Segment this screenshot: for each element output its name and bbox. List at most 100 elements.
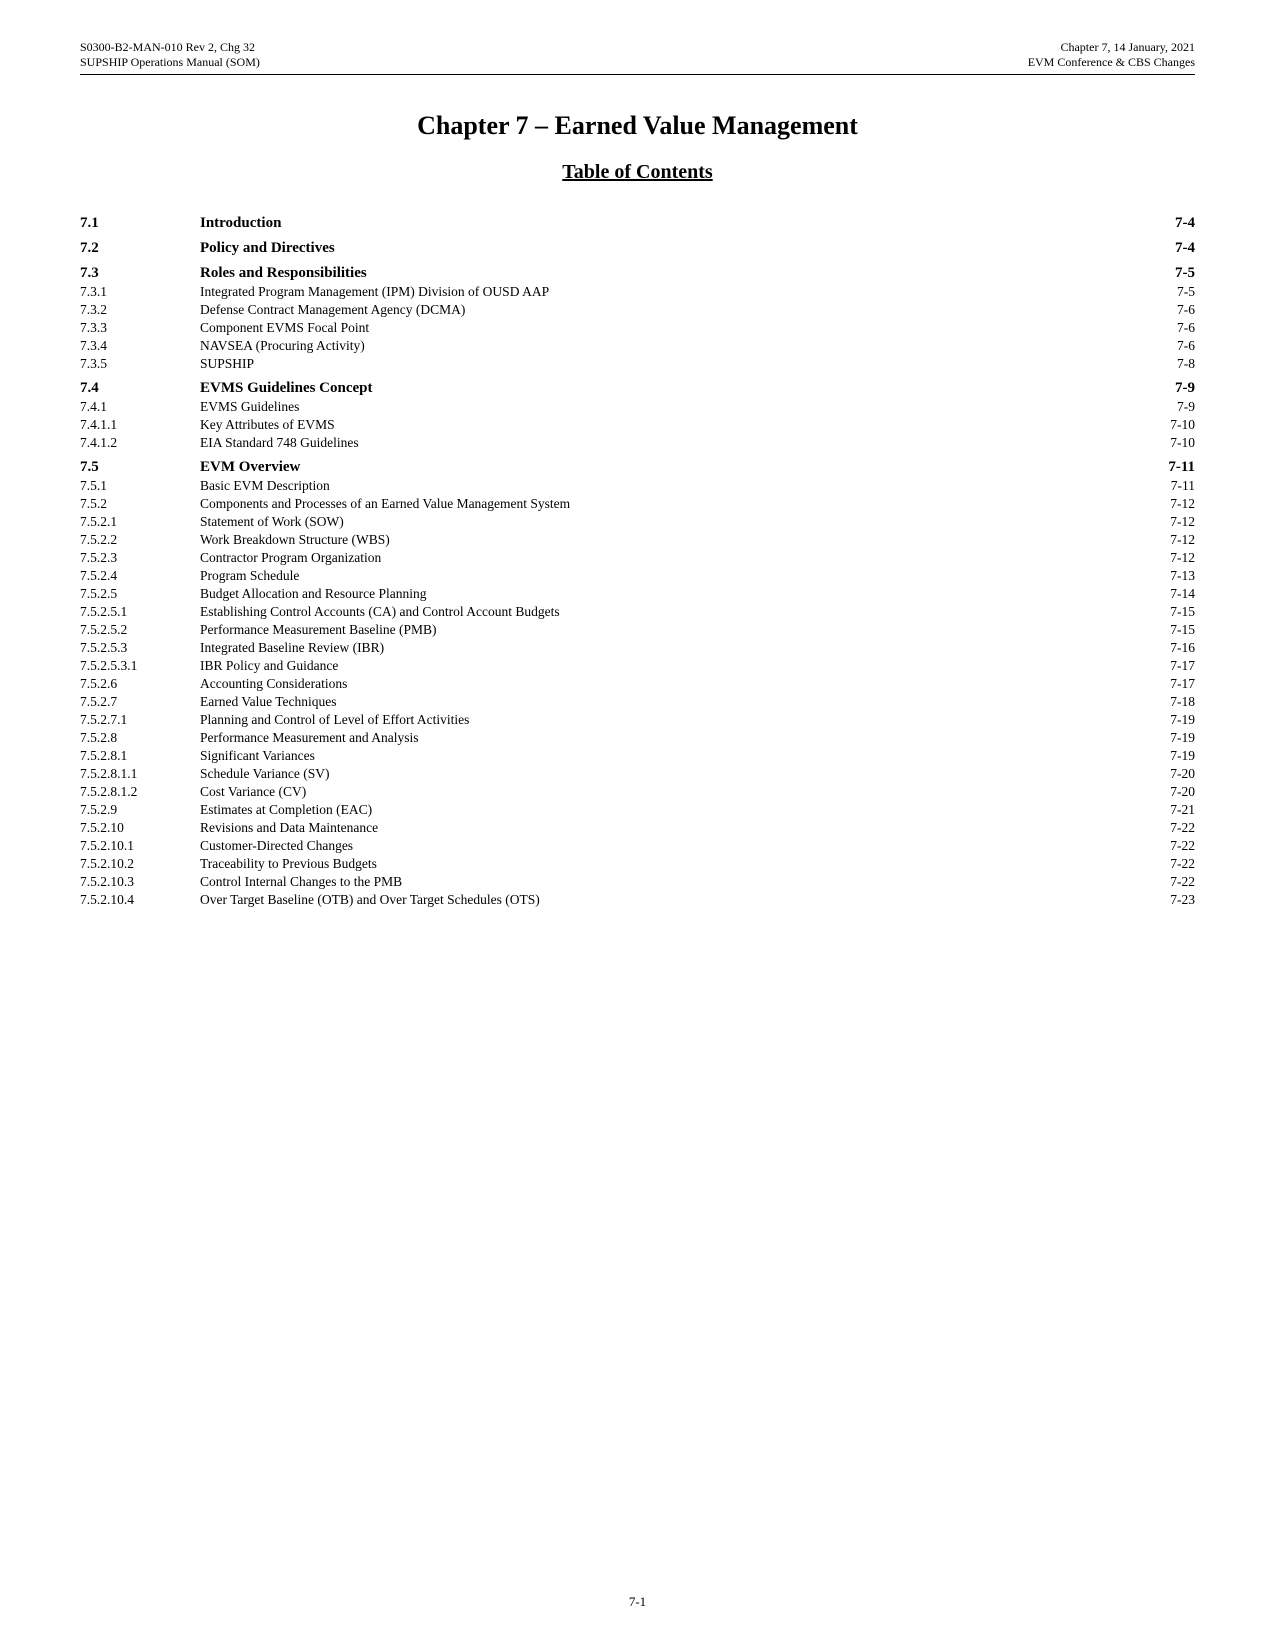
- toc-num: 7.5.2.6: [80, 675, 200, 693]
- toc-row: 7.5.2Components and Processes of an Earn…: [80, 495, 1195, 513]
- page-header: S0300-B2-MAN-010 Rev 2, Chg 32 SUPSHIP O…: [80, 40, 1195, 75]
- toc-page-num: 7-17: [1115, 675, 1195, 693]
- toc-num: 7.5.2: [80, 495, 200, 513]
- toc-row: 7.3.4NAVSEA (Procuring Activity)7-6: [80, 337, 1195, 355]
- toc-page-num: 7-5: [1115, 283, 1195, 301]
- toc-row: 7.5.2.5.2Performance Measurement Baselin…: [80, 621, 1195, 639]
- toc-num: 7.5.2.1: [80, 513, 200, 531]
- toc-page-num: 7-5: [1115, 264, 1195, 283]
- toc-num: 7.5.2.4: [80, 567, 200, 585]
- toc-page-num: 7-8: [1115, 355, 1195, 373]
- toc-page-num: 7-18: [1115, 693, 1195, 711]
- toc-page-num: 7-12: [1115, 513, 1195, 531]
- toc-row: 7.5.2.2Work Breakdown Structure (WBS)7-1…: [80, 531, 1195, 549]
- toc-entry-title: Accounting Considerations: [200, 675, 1115, 693]
- toc-entry-title: Significant Variances: [200, 747, 1115, 765]
- toc-entry-title: EVMS Guidelines: [200, 398, 1115, 416]
- toc-num: 7.5.2.5.1: [80, 603, 200, 621]
- toc-entry-title: Over Target Baseline (OTB) and Over Targ…: [200, 891, 1115, 909]
- toc-page-num: 7-12: [1115, 531, 1195, 549]
- toc-num: 7.3: [80, 264, 200, 283]
- toc-page-num: 7-22: [1115, 819, 1195, 837]
- toc-num: 7.5.2.10.3: [80, 873, 200, 891]
- toc-num: 7.2: [80, 239, 200, 258]
- toc-page-num: 7-10: [1115, 416, 1195, 434]
- toc-page-num: 7-15: [1115, 621, 1195, 639]
- toc-entry-title: EIA Standard 748 Guidelines: [200, 434, 1115, 452]
- toc-num: 7.4.1.2: [80, 434, 200, 452]
- toc-row: 7.3.5SUPSHIP7-8: [80, 355, 1195, 373]
- toc-entry-title: Roles and Responsibilities: [200, 264, 1115, 283]
- toc-num: 7.5.2.10.4: [80, 891, 200, 909]
- toc-row: 7.1Introduction7-4: [80, 214, 1195, 233]
- toc-page-num: 7-11: [1115, 477, 1195, 495]
- toc-entry-title: Performance Measurement and Analysis: [200, 729, 1115, 747]
- toc-num: 7.1: [80, 214, 200, 233]
- toc-num: 7.3.2: [80, 301, 200, 319]
- toc-row: 7.4.1.1Key Attributes of EVMS7-10: [80, 416, 1195, 434]
- toc-entry-title: Budget Allocation and Resource Planning: [200, 585, 1115, 603]
- toc-page-num: 7-11: [1115, 458, 1195, 477]
- header-manual-name: SUPSHIP Operations Manual (SOM): [80, 55, 260, 70]
- toc-row: 7.5.2.10.1Customer-Directed Changes7-22: [80, 837, 1195, 855]
- toc-row: 7.5.2.6Accounting Considerations7-17: [80, 675, 1195, 693]
- header-subject: EVM Conference & CBS Changes: [1028, 55, 1195, 70]
- chapter-title: Chapter 7 – Earned Value Management: [80, 111, 1195, 141]
- page-number: 7-1: [629, 1594, 646, 1609]
- toc-page-num: 7-14: [1115, 585, 1195, 603]
- toc-num: 7.4.1.1: [80, 416, 200, 434]
- toc-page-num: 7-20: [1115, 765, 1195, 783]
- toc-entry-title: Integrated Program Management (IPM) Divi…: [200, 283, 1115, 301]
- toc-row: 7.4.1EVMS Guidelines7-9: [80, 398, 1195, 416]
- toc-entry-title: EVMS Guidelines Concept: [200, 379, 1115, 398]
- toc-row: 7.5.2.8.1.2Cost Variance (CV)7-20: [80, 783, 1195, 801]
- toc-num: 7.5.2.9: [80, 801, 200, 819]
- toc-row: 7.5.2.8Performance Measurement and Analy…: [80, 729, 1195, 747]
- toc-row: 7.5EVM Overview7-11: [80, 458, 1195, 477]
- toc-page-num: 7-10: [1115, 434, 1195, 452]
- toc-entry-title: Estimates at Completion (EAC): [200, 801, 1115, 819]
- toc-num: 7.5.2.5.3: [80, 639, 200, 657]
- toc-row: 7.4.1.2EIA Standard 748 Guidelines7-10: [80, 434, 1195, 452]
- toc-page-num: 7-16: [1115, 639, 1195, 657]
- toc-page-num: 7-4: [1115, 214, 1195, 233]
- header-left: S0300-B2-MAN-010 Rev 2, Chg 32 SUPSHIP O…: [80, 40, 260, 70]
- toc-num: 7.3.3: [80, 319, 200, 337]
- toc-page-num: 7-19: [1115, 747, 1195, 765]
- toc-entry-title: Statement of Work (SOW): [200, 513, 1115, 531]
- toc-num: 7.5.2.10: [80, 819, 200, 837]
- toc-page-num: 7-22: [1115, 855, 1195, 873]
- toc-num: 7.3.1: [80, 283, 200, 301]
- toc-num: 7.5.2.7: [80, 693, 200, 711]
- toc-num: 7.5.2.2: [80, 531, 200, 549]
- toc-row: 7.5.2.8.1.1Schedule Variance (SV)7-20: [80, 765, 1195, 783]
- toc-row: 7.5.2.4Program Schedule7-13: [80, 567, 1195, 585]
- toc-num: 7.5.2.8.1: [80, 747, 200, 765]
- toc-page-num: 7-9: [1115, 398, 1195, 416]
- toc-num: 7.5.1: [80, 477, 200, 495]
- toc-entry-title: NAVSEA (Procuring Activity): [200, 337, 1115, 355]
- toc-entry-title: Policy and Directives: [200, 239, 1115, 258]
- toc-page-num: 7-12: [1115, 495, 1195, 513]
- header-chapter-date: Chapter 7, 14 January, 2021: [1028, 40, 1195, 55]
- toc-row: 7.5.2.5.1Establishing Control Accounts (…: [80, 603, 1195, 621]
- toc-row: 7.5.1Basic EVM Description7-11: [80, 477, 1195, 495]
- toc-row: 7.3Roles and Responsibilities7-5: [80, 264, 1195, 283]
- toc-row: 7.5.2.10.4Over Target Baseline (OTB) and…: [80, 891, 1195, 909]
- toc-page-num: 7-22: [1115, 873, 1195, 891]
- toc-entry-title: Cost Variance (CV): [200, 783, 1115, 801]
- page-footer: 7-1: [0, 1594, 1275, 1610]
- header-right: Chapter 7, 14 January, 2021 EVM Conferen…: [1028, 40, 1195, 70]
- toc-row: 7.5.2.7.1Planning and Control of Level o…: [80, 711, 1195, 729]
- toc-entry-title: IBR Policy and Guidance: [200, 657, 1115, 675]
- toc-page-num: 7-15: [1115, 603, 1195, 621]
- toc-row: 7.5.2.5.3Integrated Baseline Review (IBR…: [80, 639, 1195, 657]
- toc-page-num: 7-20: [1115, 783, 1195, 801]
- toc-row: 7.5.2.3Contractor Program Organization7-…: [80, 549, 1195, 567]
- toc-row: 7.3.1Integrated Program Management (IPM)…: [80, 283, 1195, 301]
- toc-page-num: 7-12: [1115, 549, 1195, 567]
- toc-entry-title: Contractor Program Organization: [200, 549, 1115, 567]
- toc-page-num: 7-23: [1115, 891, 1195, 909]
- toc-row: 7.5.2.5Budget Allocation and Resource Pl…: [80, 585, 1195, 603]
- toc-entry-title: Control Internal Changes to the PMB: [200, 873, 1115, 891]
